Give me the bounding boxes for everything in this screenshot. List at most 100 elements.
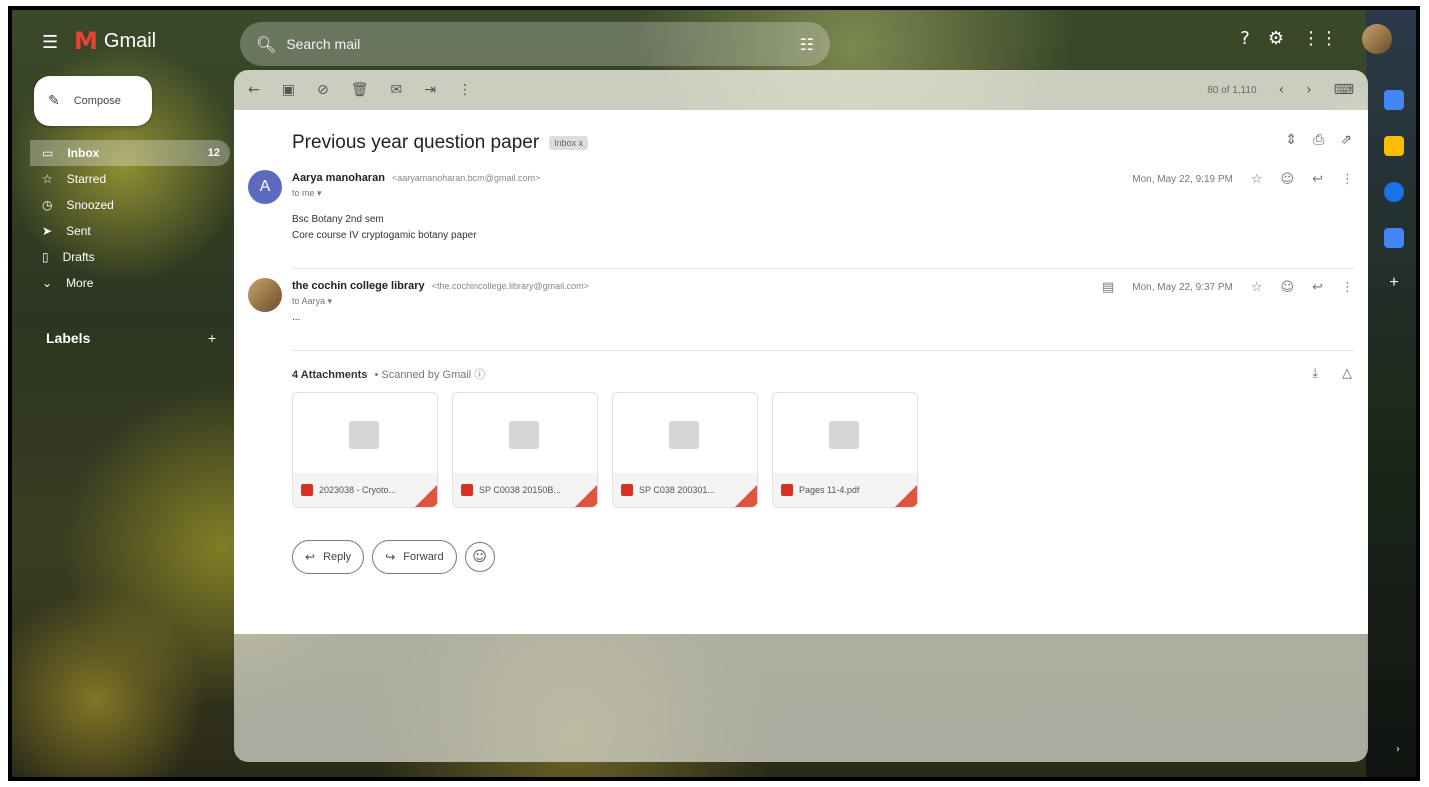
send-icon: ➤: [42, 224, 53, 238]
pdf-thumbnail-icon: [829, 421, 859, 449]
draft-icon: ▯: [42, 250, 49, 264]
search-input[interactable]: Search mail: [286, 36, 799, 52]
search-options-icon[interactable]: ☷: [800, 35, 814, 54]
message-meta: ▤ Mon, May 22, 9:37 PM ☆ ☺ ↩ ⋮: [1102, 280, 1354, 295]
add-label-button[interactable]: +: [208, 330, 216, 346]
more-vert-icon[interactable]: ⋮: [1341, 280, 1354, 295]
trimmed-content-toggle[interactable]: ...: [292, 310, 300, 326]
add-addon-icon[interactable]: +: [1384, 274, 1404, 294]
help-icon[interactable]: ?: [1240, 28, 1250, 49]
thread-actions: ⇕ ⎙ ⇗: [1285, 132, 1352, 148]
download-all-icon[interactable]: ⤓: [1312, 366, 1318, 381]
input-tools-icon[interactable]: ⌨: [1334, 82, 1354, 98]
star-icon[interactable]: ☆: [1251, 172, 1263, 187]
move-to-icon[interactable]: ⇥: [424, 82, 436, 98]
attachment-name: Pages 11-4.pdf: [799, 485, 860, 495]
message-body: Bsc Botany 2nd sem Core course IV crypto…: [292, 212, 477, 244]
emoji-button[interactable]: ☺: [464, 542, 495, 572]
attachments-header: 4 Attachments • Scanned by Gmail ⓘ: [292, 366, 485, 382]
gmail-logo[interactable]: M Gmail: [74, 27, 156, 55]
gmail-window: ☰ M Gmail 🔍︎ Search mail ☷ ? ⚙ ⋮⋮ ✎ Comp…: [8, 6, 1420, 781]
attachment-card[interactable]: 2023038 - Cryoto...: [292, 392, 438, 508]
expand-all-icon[interactable]: ⇕: [1285, 132, 1297, 148]
chevron-down-icon[interactable]: ▾: [328, 296, 333, 306]
attachments-list: 2023038 - Cryoto... SP C0038 20150B... S…: [292, 392, 918, 508]
sidebar-item-inbox[interactable]: ▭ Inbox 12: [30, 140, 230, 166]
attachments-count: 4 Attachments: [292, 369, 368, 381]
reply-button[interactable]: ↩ Reply: [292, 540, 365, 574]
pdf-icon: [301, 484, 313, 496]
apps-grid-icon[interactable]: ⋮⋮: [1302, 28, 1338, 49]
gmail-m-icon: M: [74, 27, 98, 55]
keep-icon[interactable]: [1384, 136, 1404, 156]
search-bar[interactable]: 🔍︎ Search mail ☷: [240, 22, 830, 66]
message-item[interactable]: the cochin college library <the.cochinco…: [248, 278, 1354, 348]
reply-icon[interactable]: ↩: [1312, 172, 1323, 187]
print-icon[interactable]: ⎙: [1313, 132, 1324, 148]
forward-button[interactable]: ↪ Forward: [372, 540, 457, 574]
search-icon[interactable]: 🔍︎: [256, 35, 276, 54]
attachment-card[interactable]: SP C0038 20150B...: [452, 392, 598, 508]
chevron-down-icon[interactable]: ▾: [317, 188, 322, 198]
sender-name: Aarya manoharan: [292, 172, 385, 184]
settings-gear-icon[interactable]: ⚙: [1268, 28, 1284, 49]
report-spam-icon[interactable]: ⊘: [317, 82, 329, 98]
sidebar-item-more[interactable]: ⌄ More: [30, 270, 230, 296]
prev-page-icon[interactable]: ‹: [1279, 82, 1285, 98]
thread-content: Previous year question paper Inbox x ⇕ ⎙…: [234, 110, 1368, 634]
reply-icon[interactable]: ↩: [1312, 280, 1323, 295]
more-vert-icon[interactable]: ⋮: [1341, 172, 1354, 187]
recipient-line[interactable]: to me ▾: [292, 188, 322, 199]
labels-header: Labels +: [46, 330, 216, 346]
pagination-range: 80 of 1,110: [1207, 84, 1257, 96]
back-arrow-icon[interactable]: ←: [248, 82, 260, 98]
expand-panel-icon[interactable]: ›: [1396, 744, 1400, 755]
emoji-react-icon[interactable]: ☺: [1281, 280, 1295, 295]
calendar-icon[interactable]: [1384, 90, 1404, 110]
next-page-icon[interactable]: ›: [1306, 82, 1312, 98]
pdf-icon: [781, 484, 793, 496]
main-menu-icon[interactable]: ☰: [42, 32, 58, 53]
attachment-card[interactable]: SP C038 200301...: [612, 392, 758, 508]
thread-toolbar: ← ▣ ⊘ 🗑︎ ✉ ⇥ ⋮ 80 of 1,110 ‹ › ⌨: [234, 70, 1368, 110]
sidebar-nav: ▭ Inbox 12 ☆ Starred ◷ Snoozed ➤ Sent ▯ …: [30, 140, 230, 296]
sidebar-item-starred[interactable]: ☆ Starred: [30, 166, 230, 192]
emoji-react-icon[interactable]: ☺: [1281, 172, 1295, 187]
archive-icon[interactable]: ▣: [282, 82, 295, 98]
chevron-down-icon: ⌄: [42, 276, 53, 290]
star-icon: ☆: [42, 172, 53, 186]
compose-button[interactable]: ✎ Compose: [34, 76, 152, 126]
reply-actions: ↩ Reply ↪ Forward ☺: [292, 540, 495, 574]
mark-unread-icon[interactable]: ✉: [390, 82, 402, 98]
message-date: Mon, May 22, 9:37 PM: [1132, 282, 1233, 293]
contacts-icon[interactable]: [1384, 228, 1404, 248]
app-name: Gmail: [103, 29, 157, 52]
add-to-drive-icon[interactable]: △: [1342, 366, 1352, 381]
sidebar-item-snoozed[interactable]: ◷ Snoozed: [30, 192, 230, 218]
tasks-icon[interactable]: [1384, 182, 1404, 202]
sidebar-item-label: More: [66, 276, 94, 290]
sender-line: the cochin college library <the.cochinco…: [292, 280, 589, 292]
inbox-label-chip[interactable]: Inbox x: [549, 136, 589, 150]
pdf-thumbnail-icon: [669, 421, 699, 449]
message-body[interactable]: ...: [292, 310, 300, 326]
account-avatar[interactable]: [1362, 24, 1392, 54]
side-panel: +: [1384, 90, 1404, 294]
delete-icon[interactable]: 🗑︎: [351, 82, 369, 98]
open-new-window-icon[interactable]: ⇗: [1340, 132, 1352, 148]
recipient-text: to Aarya: [292, 296, 326, 306]
page-corner-icon: [895, 485, 917, 507]
attachment-card[interactable]: Pages 11-4.pdf: [772, 392, 918, 508]
body-line: Bsc Botany 2nd sem: [292, 214, 384, 225]
page-corner-icon: [575, 485, 597, 507]
recipient-line[interactable]: to Aarya ▾: [292, 296, 332, 307]
attachment-name: 2023038 - Cryoto...: [319, 485, 397, 495]
sidebar-item-sent[interactable]: ➤ Sent: [30, 218, 230, 244]
star-icon[interactable]: ☆: [1251, 280, 1263, 295]
sidebar-item-drafts[interactable]: ▯ Drafts: [30, 244, 230, 270]
more-vert-icon[interactable]: ⋮: [458, 82, 472, 98]
message-item[interactable]: A Aarya manoharan <aaryamanoharan.bcm@gm…: [248, 170, 1354, 260]
unread-count: 12: [207, 147, 220, 159]
sender-avatar: [248, 278, 282, 312]
thread-bottom-area: [234, 634, 1368, 762]
